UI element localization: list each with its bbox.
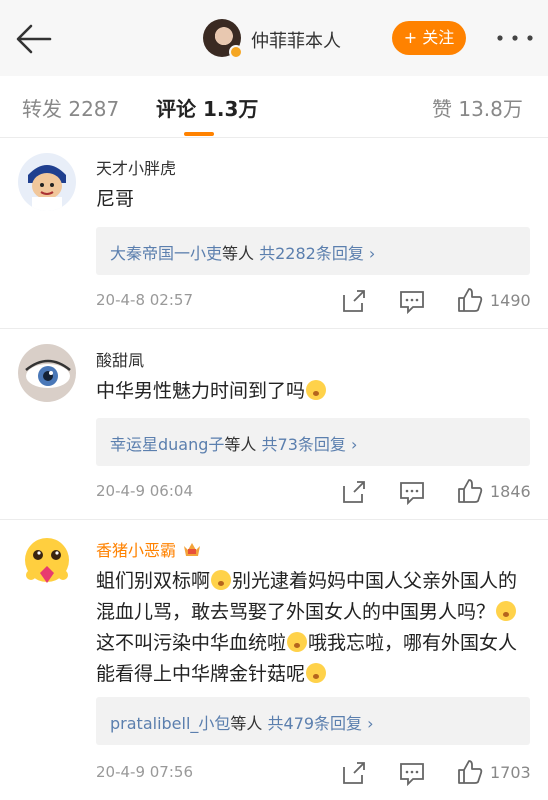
more-dots-icon[interactable] [494, 28, 536, 48]
avatar[interactable] [18, 153, 76, 211]
comment-item: 酸甜凬 中华男性魅力时间到了吗 幸运星duang子等人 共73条回复 › 20-… [0, 330, 548, 520]
tab-reposts[interactable]: 转发 2287 [22, 93, 119, 122]
comment-item: 天才小胖虎 尼哥 大秦帝国一小吏等人 共2282条回复 › 20-4-8 02:… [0, 139, 548, 329]
comment-icon[interactable] [398, 759, 426, 787]
comment-author[interactable]: 香猪小恶霸 [96, 537, 202, 561]
reply-names[interactable]: 大秦帝国一小吏 [110, 244, 222, 263]
tab-bar: 转发 2287 评论 1.3万 赞 13.8万 [0, 76, 548, 138]
crown-icon [184, 543, 201, 556]
like-icon[interactable] [456, 286, 484, 314]
comment-icon[interactable] [398, 478, 426, 506]
reply-count[interactable]: 共479条回复 › [268, 714, 374, 733]
user-name[interactable]: 仲菲菲本人 [251, 27, 341, 53]
reply-tail: 等人 [230, 714, 263, 733]
like-icon[interactable] [456, 758, 484, 786]
comment-item: 香猪小恶霸 蛆们别双标啊 别光逮着妈妈中国人父亲外国人的混血儿骂，敢去骂娶了外国女… [0, 521, 548, 800]
verified-badge-icon [229, 45, 243, 59]
reply-tail: 等人 [222, 244, 255, 263]
comment-text: 中华男性魅力时间到了吗 [96, 376, 536, 407]
like-count: 1703 [490, 763, 531, 782]
reply-names[interactable]: pratalibell_小包 [110, 714, 230, 733]
comment-text-body: 中华男性魅力时间到了吗 [96, 380, 306, 402]
avatar[interactable] [18, 344, 76, 402]
comment-time: 20-4-8 02:57 [96, 291, 193, 309]
follow-button[interactable]: + 关注 [392, 21, 466, 55]
top-bar: 仲菲菲本人 + 关注 [0, 0, 548, 76]
reply-count[interactable]: 共73条回复 › [262, 435, 358, 454]
emoji-icon [287, 632, 308, 652]
comment-text-part: 这不叫污染中华血统啦 [96, 632, 287, 654]
reply-count[interactable]: 共2282条回复 › [259, 244, 375, 263]
divider [0, 328, 548, 329]
comment-icon[interactable] [398, 287, 426, 315]
active-tab-indicator [184, 132, 214, 136]
comment-text: 蛆们别双标啊 别光逮着妈妈中国人父亲外国人的混血儿骂，敢去骂娶了外国女人的中国男人… [96, 566, 536, 690]
share-icon[interactable] [340, 478, 368, 506]
emoji-icon [306, 380, 327, 400]
comment-author[interactable]: 天才小胖虎 [96, 155, 176, 179]
share-icon[interactable] [340, 759, 368, 787]
divider [0, 519, 548, 520]
emoji-icon [211, 570, 232, 590]
share-icon[interactable] [340, 287, 368, 315]
comment-text: 尼哥 [96, 188, 135, 210]
avatar[interactable] [18, 533, 76, 591]
comment-time: 20-4-9 06:04 [96, 482, 193, 500]
reply-names[interactable]: 幸运星duang子 [110, 435, 224, 454]
reply-tail: 等人 [224, 435, 257, 454]
tab-comments[interactable]: 评论 1.3万 [156, 93, 258, 122]
reply-summary[interactable]: 大秦帝国一小吏等人 共2282条回复 › [96, 227, 530, 275]
tab-likes[interactable]: 赞 13.8万 [432, 93, 523, 122]
reply-summary[interactable]: pratalibell_小包等人 共479条回复 › [96, 697, 530, 745]
emoji-icon [496, 601, 517, 621]
comment-text-part: 蛆们别双标啊 [96, 570, 211, 592]
like-icon[interactable] [456, 477, 484, 505]
like-count: 1846 [490, 482, 531, 501]
like-count: 1490 [490, 291, 531, 310]
comment-author-name: 香猪小恶霸 [96, 541, 177, 560]
back-arrow-icon[interactable] [14, 22, 54, 56]
reply-summary[interactable]: 幸运星duang子等人 共73条回复 › [96, 418, 530, 466]
comment-author[interactable]: 酸甜凬 [96, 347, 144, 371]
comment-time: 20-4-9 07:56 [96, 763, 193, 781]
emoji-icon [306, 663, 327, 683]
